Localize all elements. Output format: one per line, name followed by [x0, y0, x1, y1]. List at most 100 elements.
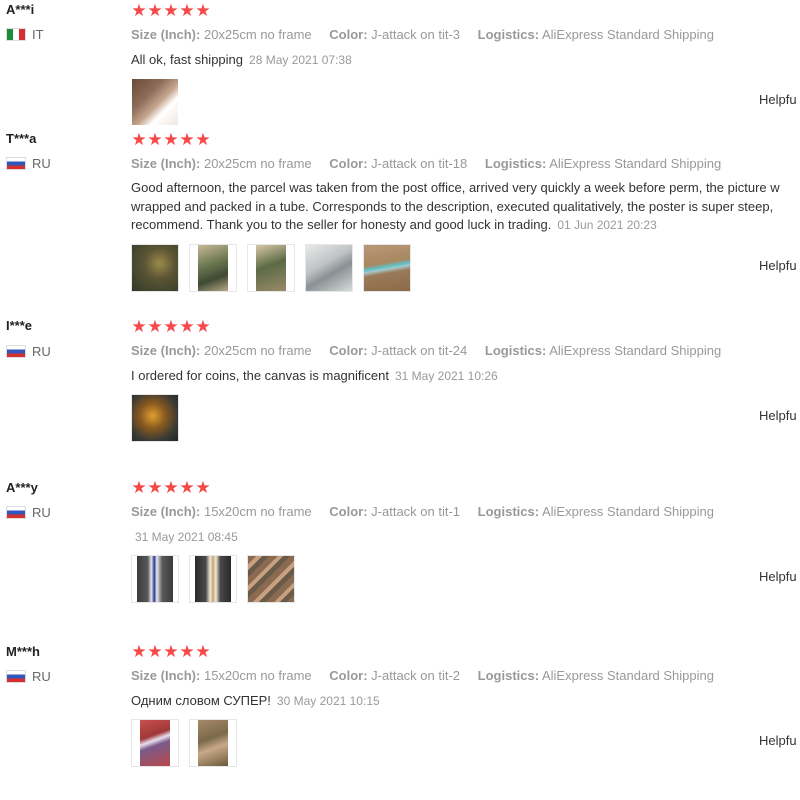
size-label: Size (Inch): — [131, 27, 201, 42]
review-photo[interactable] — [131, 719, 179, 767]
review-body: All ok, fast shipping — [131, 52, 244, 67]
review-body: I ordered for coins, the canvas is magni… — [131, 368, 389, 383]
star-icon: ★ — [179, 1, 195, 20]
country-code: IT — [32, 27, 44, 42]
ru-flag-icon — [6, 670, 26, 683]
size-label: Size (Inch): — [131, 156, 201, 171]
star-icon: ★ — [179, 317, 195, 336]
star-icon: ★ — [147, 317, 163, 336]
star-icon: ★ — [195, 478, 211, 497]
star-icon: ★ — [163, 1, 179, 20]
it-flag-icon — [6, 28, 26, 41]
star-icon: ★ — [195, 130, 211, 149]
reviewer-country: RU — [6, 505, 51, 520]
review-photos — [131, 78, 179, 126]
star-icon: ★ — [131, 478, 147, 497]
review-date: 30 May 2021 10:15 — [276, 694, 380, 708]
color-value: J-attack on tit-24 — [371, 343, 468, 358]
size-label: Size (Inch): — [131, 504, 201, 519]
review-text: Одним словом СУПЕР! 30 May 2021 10:15 — [131, 692, 380, 711]
reviewer-name: M***h — [6, 644, 40, 659]
reviewer-name: I***e — [6, 318, 33, 333]
order-info: Size (Inch): 15x20cm no frame Color: J-a… — [131, 504, 714, 519]
review-photo[interactable] — [305, 244, 353, 292]
star-icon: ★ — [179, 642, 195, 661]
star-icon: ★ — [147, 642, 163, 661]
review-photos — [131, 244, 411, 292]
review-text: All ok, fast shipping 28 May 2021 07:38 — [131, 51, 352, 70]
star-icon: ★ — [195, 1, 211, 20]
logistics-value: AliExpress Standard Shipping — [549, 156, 722, 171]
country-code: RU — [32, 669, 51, 684]
size-label: Size (Inch): — [131, 343, 201, 358]
reviewer-country: RU — [6, 344, 51, 359]
star-icon: ★ — [179, 478, 195, 497]
review-text: I ordered for coins, the canvas is magni… — [131, 367, 498, 386]
color-label: Color: — [329, 343, 368, 358]
review-photo[interactable] — [189, 719, 237, 767]
reviewer-name: T***a — [6, 131, 37, 146]
review-photos — [131, 555, 295, 603]
order-info: Size (Inch): 20x25cm no frame Color: J-a… — [131, 27, 714, 42]
reviewer-country: RU — [6, 156, 51, 171]
country-code: RU — [32, 505, 51, 520]
color-value: J-attack on tit-3 — [371, 27, 461, 42]
reviewer-country: RU — [6, 669, 51, 684]
helpful-button[interactable]: Helpfu — [759, 733, 797, 748]
star-icon: ★ — [163, 642, 179, 661]
logistics-label: Logistics: — [477, 668, 540, 683]
country-code: RU — [32, 156, 51, 171]
helpful-button[interactable]: Helpfu — [759, 92, 797, 107]
size-value: 15x20cm no frame — [203, 668, 312, 683]
color-value: J-attack on tit-1 — [371, 504, 461, 519]
logistics-label: Logistics: — [484, 343, 547, 358]
review-date: 01 Jun 2021 20:23 — [557, 218, 657, 232]
star-rating: ★★★★★ — [131, 478, 211, 498]
review-photo[interactable] — [189, 555, 237, 603]
review-photo[interactable] — [189, 244, 237, 292]
size-value: 20x25cm no frame — [203, 343, 312, 358]
star-icon: ★ — [131, 642, 147, 661]
review-photo[interactable] — [131, 244, 179, 292]
order-info: Size (Inch): 15x20cm no frame Color: J-a… — [131, 668, 714, 683]
star-icon: ★ — [147, 1, 163, 20]
color-label: Color: — [329, 504, 368, 519]
order-info: Size (Inch): 20x25cm no frame Color: J-a… — [131, 343, 721, 358]
review-photos — [131, 719, 237, 767]
review-date: 28 May 2021 07:38 — [249, 53, 352, 67]
star-icon: ★ — [131, 317, 147, 336]
logistics-label: Logistics: — [477, 27, 540, 42]
review-photo[interactable] — [131, 555, 179, 603]
star-rating: ★★★★★ — [131, 1, 211, 21]
ru-flag-icon — [6, 506, 26, 519]
review-body: Одним словом СУПЕР! — [131, 693, 271, 708]
helpful-button[interactable]: Helpfu — [759, 408, 797, 423]
size-value: 20x25cm no frame — [203, 27, 312, 42]
star-icon: ★ — [131, 130, 147, 149]
review-photo[interactable] — [247, 555, 295, 603]
review-date: 31 May 2021 08:45 — [135, 530, 238, 544]
size-value: 15x20cm no frame — [203, 504, 312, 519]
review-photo[interactable] — [363, 244, 411, 292]
order-info: Size (Inch): 20x25cm no frame Color: J-a… — [131, 156, 721, 171]
review-photo[interactable] — [131, 78, 179, 126]
review-photo[interactable] — [131, 394, 179, 442]
country-code: RU — [32, 344, 51, 359]
star-icon: ★ — [163, 130, 179, 149]
color-value: J-attack on tit-2 — [371, 668, 461, 683]
review-body-line: recommend. Thank you to the seller for h… — [131, 217, 552, 232]
helpful-button[interactable]: Helpfu — [759, 258, 797, 273]
color-value: J-attack on tit-18 — [371, 156, 468, 171]
star-icon: ★ — [131, 1, 147, 20]
star-rating: ★★★★★ — [131, 642, 211, 662]
star-icon: ★ — [195, 642, 211, 661]
helpful-button[interactable]: Helpfu — [759, 569, 797, 584]
review-photo[interactable] — [247, 244, 295, 292]
ru-flag-icon — [6, 157, 26, 170]
reviewer-name: A***y — [6, 480, 38, 495]
review-text: Good afternoon, the parcel was taken fro… — [131, 179, 780, 235]
logistics-label: Logistics: — [484, 156, 547, 171]
logistics-value: AliExpress Standard Shipping — [541, 668, 714, 683]
reviewer-name: A***i — [6, 2, 35, 17]
star-icon: ★ — [195, 317, 211, 336]
